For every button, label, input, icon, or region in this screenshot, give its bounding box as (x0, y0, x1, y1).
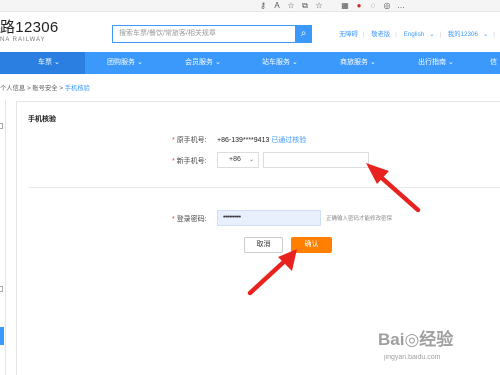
sidebar-active-item[interactable] (0, 327, 4, 345)
search-button[interactable]: ⌕ (295, 25, 312, 43)
cancel-button[interactable]: 取消 (244, 237, 283, 253)
chevron-down-icon: ⌄ (248, 157, 254, 163)
more-icon[interactable]: … (394, 0, 408, 12)
nav-item-station[interactable]: 站车服务 ⌄ (262, 52, 298, 74)
split-icon[interactable]: ⧉ (298, 0, 312, 12)
nav-item-group[interactable]: 团购服务 ⌄ (107, 52, 143, 74)
nav-item-info[interactable]: 信 (490, 52, 497, 74)
shield-icon[interactable]: ● (352, 0, 366, 12)
divider: | (493, 31, 495, 38)
verified-status: 已通过核验 (271, 137, 307, 144)
search-input[interactable]: 搜索车票/餐饮/常旅客/相关规章 (112, 25, 295, 43)
search-icon: ⌕ (300, 28, 307, 39)
font-size-icon[interactable]: A (270, 0, 284, 12)
profile-icon[interactable]: ◎ (380, 0, 394, 12)
extension-icon[interactable]: ◌ (366, 0, 380, 12)
logo-title: 路12306 (0, 19, 59, 36)
section-divider (28, 187, 500, 188)
crumb-account-security[interactable]: 账号安全 (32, 85, 57, 92)
watermark-url: jingyan.baidu.com (384, 354, 441, 361)
link-my12306[interactable]: 我的12306 (448, 31, 478, 38)
link-elderly[interactable]: 敬老版 (371, 31, 390, 38)
password-input[interactable]: ••••••••• (217, 210, 321, 226)
sidebar-marker (0, 286, 3, 292)
logo-subtitle: NA RAILWAY (0, 37, 46, 43)
new-phone-label: * 新手机号: (172, 158, 207, 165)
new-phone-input[interactable] (263, 152, 369, 168)
crumb-sep: > (26, 85, 31, 92)
favorites-icon[interactable]: ☆ (312, 0, 326, 12)
link-english[interactable]: English (404, 31, 425, 38)
divider: | (395, 31, 397, 38)
link-accessibility[interactable]: 无障碍 (339, 31, 358, 38)
browser-icons: ⚷ A ☆ ⧉ ☆ ▦ ● ◌ ◎ … (256, 0, 408, 12)
original-phone-label: * 原手机号: (172, 137, 207, 144)
main-nav: 车票 ⌄ 团购服务 ⌄ 会员服务 ⌄ 站车服务 ⌄ 商旅服务 ⌄ 出行指南 ⌄ … (0, 52, 500, 74)
password-hint: 正确输入密码才能修改密保 (326, 216, 393, 222)
star-icon[interactable]: ☆ (284, 0, 298, 12)
chevron-down-icon: ⌄ (429, 31, 435, 38)
breadcrumb: 个人信息 > 账号安全 > 手机核验 (0, 83, 90, 92)
top-links: 无障碍| 敬老版| English⌄| 我的12306⌄| 您 (339, 29, 500, 38)
app-icon[interactable]: ▦ (338, 0, 352, 12)
nav-item-member[interactable]: 会员服务 ⌄ (185, 52, 221, 74)
sidebar-marker (0, 123, 3, 129)
site-logo[interactable]: 路12306 NA RAILWAY (0, 20, 59, 45)
crumb-sep: > (59, 85, 63, 92)
original-phone-value: +86-139****9413 已通过核验 (217, 137, 307, 144)
nav-item-business[interactable]: 商旅服务 ⌄ (340, 52, 376, 74)
crumb-personal-info[interactable]: 个人信息 (0, 85, 25, 92)
password-label: * 登录密码: (172, 216, 207, 223)
chevron-down-icon: ⌄ (483, 31, 489, 38)
country-code-select[interactable]: +86 ⌄ (217, 152, 259, 168)
watermark-logo: Bai◎经验 (378, 330, 454, 349)
key-icon[interactable]: ⚷ (256, 0, 270, 12)
divider: | (362, 31, 365, 38)
browser-toolbar: ⚷ A ☆ ⧉ ☆ ▦ ● ◌ ◎ … (0, 0, 500, 12)
divider: | (439, 31, 442, 38)
nav-item-tickets[interactable]: 车票 ⌄ (0, 52, 85, 74)
nav-item-guide[interactable]: 出行指南 ⌄ (418, 52, 454, 74)
page-title: 手机核验 (28, 116, 56, 123)
crumb-phone-verify: 手机核验 (64, 85, 90, 92)
confirm-button[interactable]: 确认 (291, 237, 332, 253)
